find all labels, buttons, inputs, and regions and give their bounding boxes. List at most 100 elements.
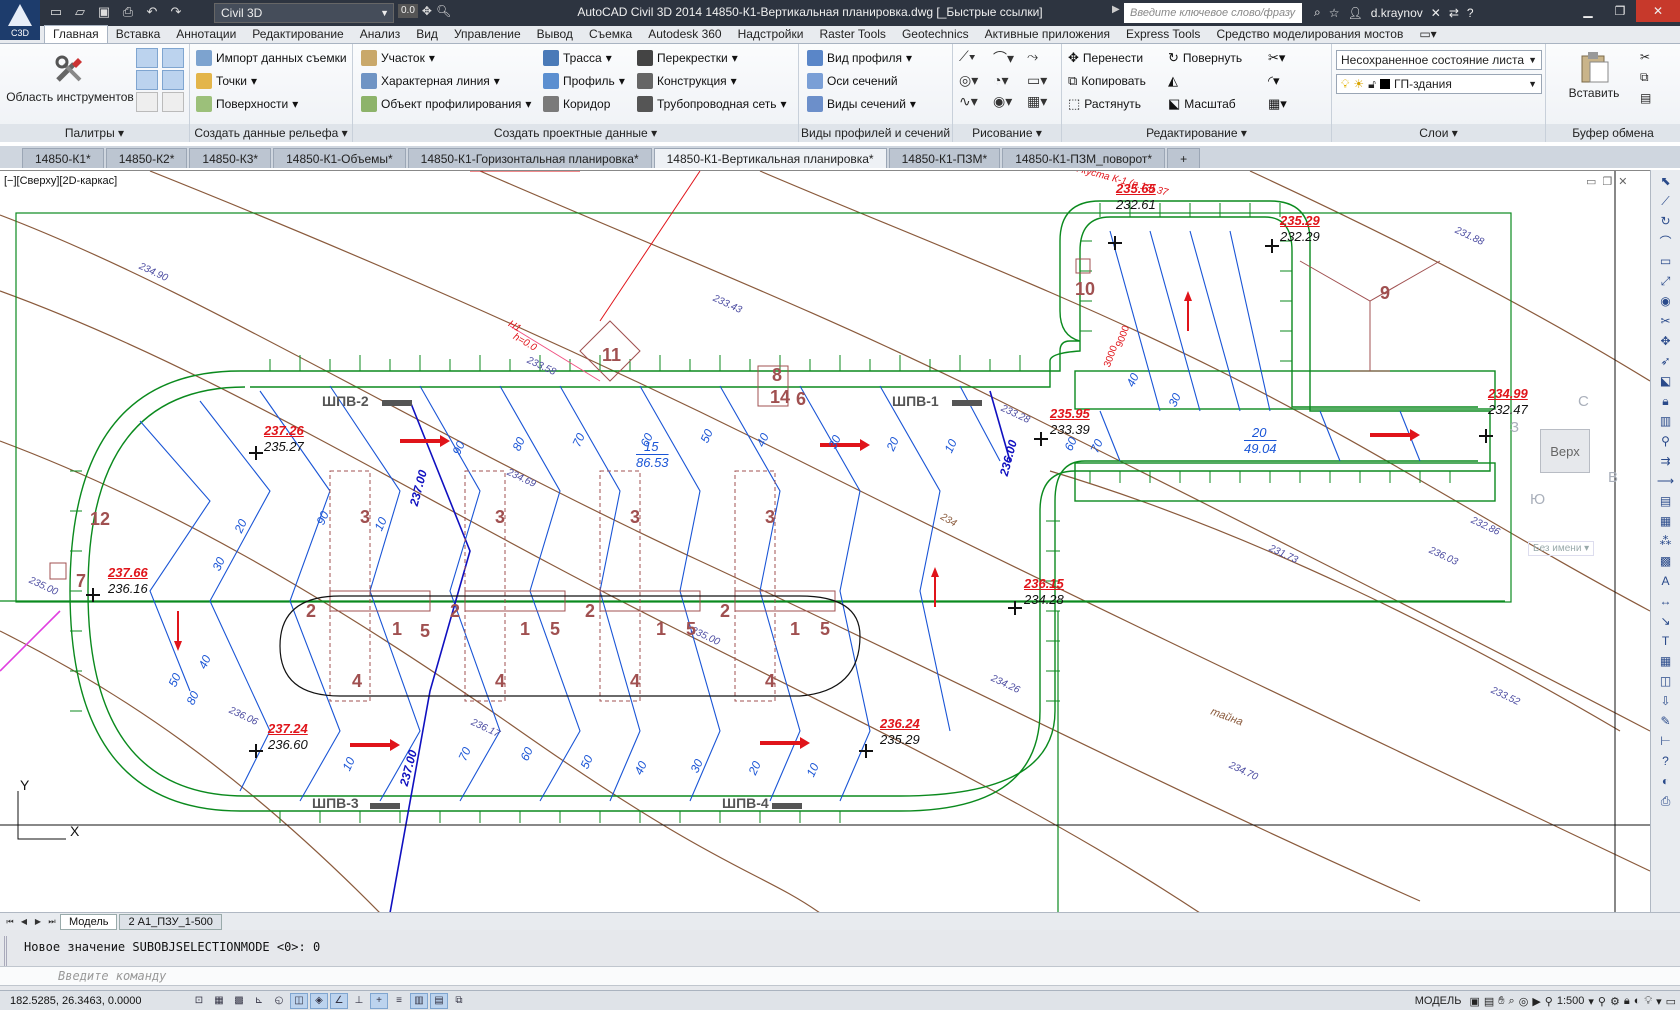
pan-status-icon[interactable]: ✋︎ (1498, 995, 1504, 1008)
ribbon-tab[interactable]: Express Tools (1118, 26, 1208, 43)
offset-tool-icon[interactable]: ⇉ (1656, 452, 1676, 470)
extend-tool-icon[interactable]: ⟶ (1656, 472, 1676, 490)
pin-tool-icon[interactable]: ⚲ (1656, 432, 1676, 450)
profile-button[interactable]: Профиль ▾ (543, 73, 625, 89)
assembly-button[interactable]: Конструкция ▾ (637, 73, 737, 89)
print-icon[interactable]: ⎙ (118, 3, 138, 21)
current-layer-select[interactable]: 💡︎ ☀ 🔓︎ ГП-здания ▼ (1336, 74, 1542, 94)
select-icon[interactable]: ⬉ (1656, 172, 1676, 190)
clean-screen-icon[interactable]: ▭ (1666, 995, 1676, 1008)
quick-view-layouts-icon[interactable]: ▣ (1469, 995, 1479, 1008)
hatch-icon[interactable]: ▦▾ (1027, 93, 1061, 110)
new-icon[interactable]: ▭ (46, 3, 66, 21)
save-icon[interactable]: ▣ (94, 3, 114, 21)
vp-minimize-icon[interactable]: ▭ (1586, 175, 1596, 188)
document-tab[interactable]: 14850-К2* (105, 148, 188, 168)
match-properties-icon[interactable]: ▤ (1640, 91, 1651, 105)
transparency-icon[interactable]: ▥ (410, 992, 428, 1009)
section-views-button[interactable]: Виды сечений ▾ (807, 96, 916, 112)
search-input[interactable]: Введите ключевое слово/фразу (1124, 3, 1302, 23)
workspace-select[interactable]: Civil 3D ▼ (214, 3, 394, 23)
scale-button[interactable]: ⬕ Масштаб (1168, 96, 1236, 112)
panel-title-layers[interactable]: Слои ▾ (1332, 124, 1545, 142)
circle-icon[interactable]: ◎▾ (959, 72, 993, 89)
snap-mode-icon[interactable]: ▦ (210, 993, 228, 1009)
chevron-down-icon[interactable]: ▾ (1588, 995, 1594, 1008)
viewport-controls[interactable]: [−][Сверху][2D-каркас] (4, 175, 117, 187)
ortho-mode-icon[interactable]: ⊾ (250, 993, 268, 1009)
open-icon[interactable]: ▱ (70, 3, 90, 21)
coord-toggle[interactable]: 0.0 (398, 4, 418, 18)
cursor-coordinates[interactable]: 182.5285, 26.3463, 0.0000 (0, 995, 190, 1007)
points-button[interactable]: Точки ▾ (196, 73, 257, 89)
zoom-status-icon[interactable]: ⌕ (1509, 995, 1515, 1008)
vp-restore-icon[interactable]: ❐ (1602, 175, 1612, 188)
spline-icon[interactable]: ∿▾ (959, 93, 993, 110)
vp-close-icon[interactable]: ✕ (1618, 175, 1627, 188)
new-tab-icon[interactable]: + (1167, 148, 1201, 168)
scale-tool-icon[interactable]: ⬕ (1656, 372, 1676, 390)
panel-title-terrain[interactable]: Создать данные рельефа ▾ (190, 124, 352, 142)
selection-cycling-icon[interactable]: ⧉ (450, 993, 468, 1009)
compass-north[interactable]: С (1578, 393, 1589, 410)
insert-tool-icon[interactable]: ⇩ (1656, 692, 1676, 710)
compass-east[interactable]: В (1608, 469, 1618, 486)
status-menu-icon[interactable]: ▾ (1656, 995, 1662, 1008)
close-button[interactable]: ✕ (1636, 0, 1680, 22)
chart-tool-icon[interactable]: ▥ (1656, 412, 1676, 430)
next-layout-icon[interactable]: ▶ (32, 916, 44, 928)
rotate-button[interactable]: ↻ Повернуть (1168, 50, 1242, 66)
ribbon-display-options-icon[interactable]: ▭▾ (1411, 26, 1444, 43)
hardware-acceleration-icon[interactable]: ◐ (1634, 995, 1641, 1007)
render-tool-icon[interactable]: ◐ (1656, 772, 1676, 790)
annotation-scale-icon[interactable]: ⚲ (1545, 995, 1553, 1008)
polyline-icon[interactable]: ⌒▾ (993, 48, 1027, 68)
print-tool-icon[interactable]: ⎙ (1656, 792, 1676, 810)
panel-title-design[interactable]: Создать проектные данные ▾ (353, 124, 798, 142)
move-button[interactable]: ✥ Перенести (1068, 50, 1143, 66)
lock-tool-icon[interactable]: 🔒︎ (1656, 392, 1676, 410)
ribbon-tab[interactable]: Съемка (581, 26, 640, 43)
document-tab[interactable]: 14850-К3* (189, 148, 272, 168)
attrib-tool-icon[interactable]: ✎ (1656, 712, 1676, 730)
cut-icon[interactable]: ✂ (1640, 50, 1651, 64)
exchange-icon[interactable]: ⇄ (1449, 6, 1459, 20)
survey-palette-icon[interactable] (136, 70, 158, 90)
stretch-tool-icon[interactable]: ⤢ (1656, 272, 1676, 290)
annotation-tool-icon[interactable]: A (1656, 572, 1676, 590)
paste-button[interactable]: Вставить (1564, 50, 1624, 100)
fillet-button[interactable]: ◜▾ (1268, 73, 1280, 89)
feature-line-button[interactable]: Характерная линия ▾ (361, 73, 500, 89)
command-input[interactable]: Введите команду (0, 966, 1680, 986)
properties-icon[interactable] (136, 92, 158, 112)
compass-west[interactable]: З (1510, 419, 1519, 436)
zoom-icon[interactable]: 🔍︎ (436, 4, 451, 18)
lock-ui-icon[interactable]: 🔒︎ (1624, 995, 1630, 1008)
ribbon-tab[interactable]: Geotechnics (894, 26, 977, 43)
annotation-visibility-icon[interactable]: ⚲ (1598, 995, 1606, 1008)
annotation-scale-value[interactable]: 1:500 (1557, 995, 1585, 1007)
array-button[interactable]: ▦▾ (1268, 96, 1287, 112)
ribbon-tab[interactable]: Редактирование (244, 26, 351, 43)
toolbox-icon[interactable] (162, 70, 184, 90)
object-snap-icon[interactable]: ◫ (290, 992, 308, 1009)
grid-tool-icon[interactable]: ▦ (1656, 512, 1676, 530)
settings-palette-icon[interactable] (162, 48, 184, 68)
showmotion-icon[interactable]: ▶ (1532, 995, 1540, 1008)
polar-tracking-icon[interactable]: ◵ (270, 993, 288, 1009)
profile-view-button[interactable]: Вид профиля ▾ (807, 50, 912, 66)
arc-icon[interactable]: ◔▾ (993, 72, 1027, 89)
layout-tab-model[interactable]: Модель (60, 913, 118, 930)
move-tool-icon[interactable]: ✥ (1656, 332, 1676, 350)
measure-tool-icon[interactable]: ⊢ (1656, 732, 1676, 750)
ribbon-tab[interactable]: Вывод (529, 26, 581, 43)
dynamic-input-icon[interactable]: + (370, 992, 388, 1009)
ellipse-icon[interactable]: ◉▾ (993, 93, 1027, 110)
surfaces-button[interactable]: Поверхности ▾ (196, 96, 298, 112)
steering-wheel-icon[interactable]: ◎ (1519, 995, 1529, 1008)
layers-tool-icon[interactable]: ▤ (1656, 492, 1676, 510)
import-survey-button[interactable]: Импорт данных съемки (196, 50, 347, 66)
close-search-icon[interactable]: ✕ (1431, 6, 1441, 20)
copy-button[interactable]: ⧉ Копировать (1068, 73, 1146, 89)
quick-properties-icon[interactable]: ▤ (430, 992, 448, 1009)
